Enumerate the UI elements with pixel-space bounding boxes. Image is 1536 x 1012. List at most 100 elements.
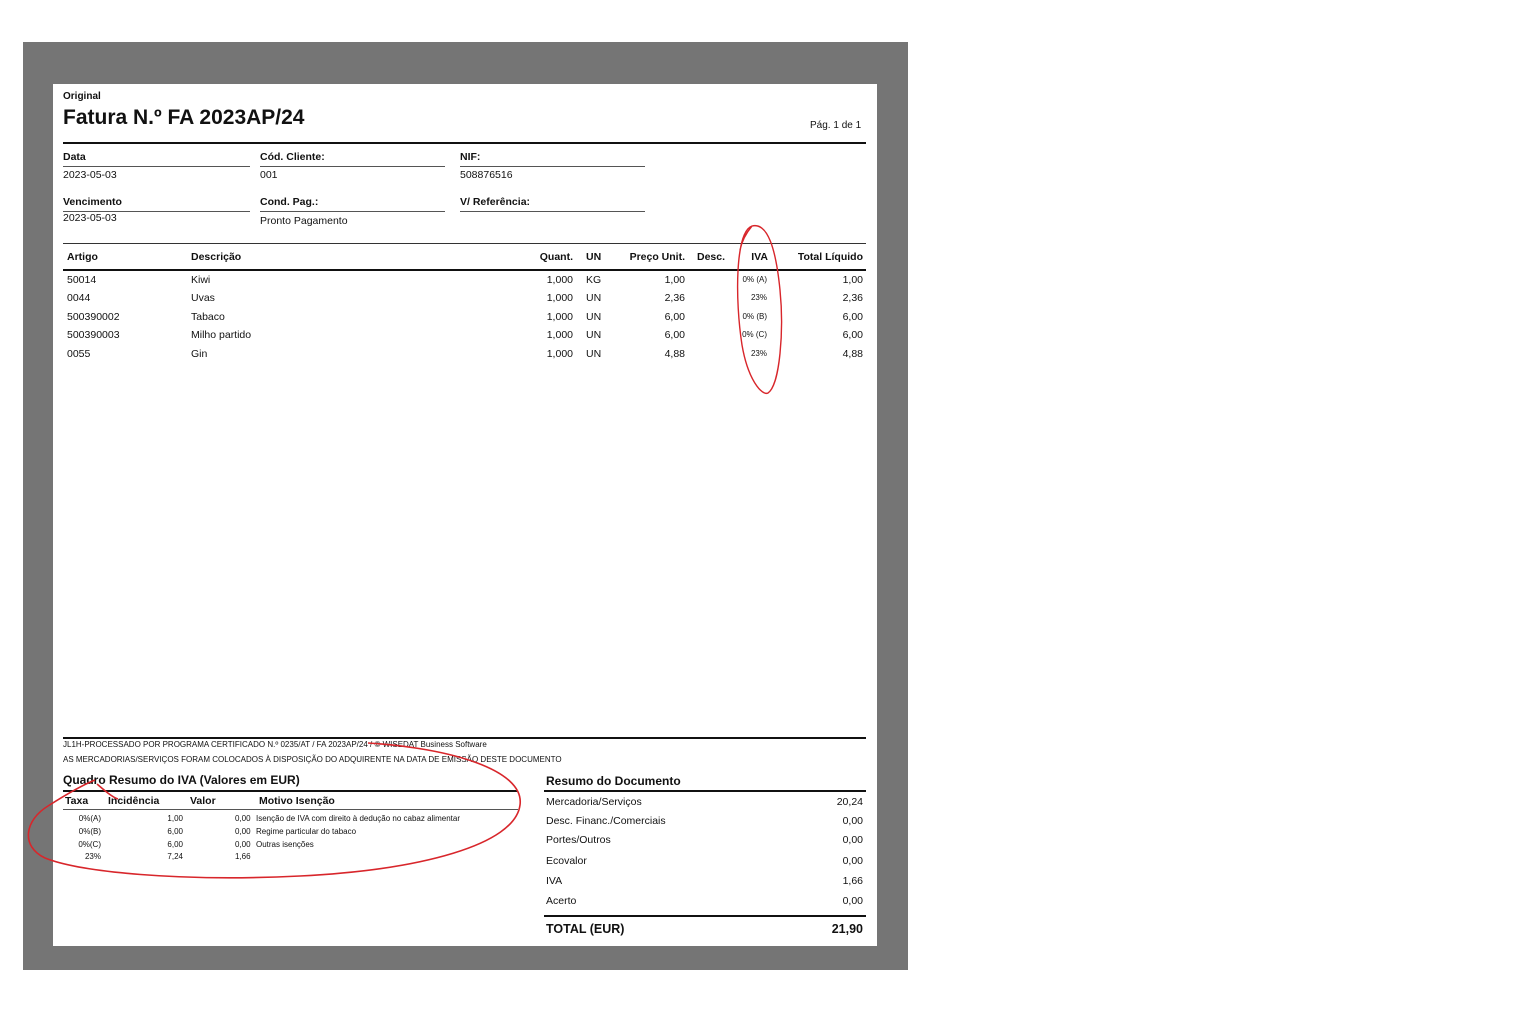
processado-text: JL1H-PROCESSADO POR PROGRAMA CERTIFICADO… [63,740,487,749]
doc-row-value: 0,00 [842,895,863,907]
line-artigo: 0044 [67,292,91,305]
iva-row-incidencia: 1,00 [167,814,183,823]
total-value: 21,90 [831,922,863,936]
line-artigo: 50014 [67,274,97,286]
line-descricao: Kiwi [191,274,211,286]
lines-top-rule [63,243,866,244]
data-value: 2023-05-03 [63,169,117,181]
line-total: 6,00 [842,310,863,323]
doc-summary-top-rule [544,790,866,792]
doc-row-value: 0,00 [842,834,863,846]
iva-row-taxa: 0%(B) [78,826,101,836]
line-un: UN [586,310,602,323]
iva-col-incidencia: Incidência [108,795,160,807]
line-un: KG [586,274,602,286]
nif-underline [460,166,645,167]
line-total: 2,36 [842,292,863,305]
iva-row-incidencia: 6,00 [167,826,183,836]
nif-label: NIF: [460,151,481,163]
line-preco: 4,88 [664,347,685,360]
col-quant: Quant. [539,251,573,263]
line-quant: 1,000 [546,347,573,360]
mercadorias-text: AS MERCADORIAS/SERVIÇOS FORAM COLOCADOS … [63,755,562,764]
iva-col-motivo: Motivo Isenção [259,795,335,807]
line-quant: 1,000 [546,274,573,286]
doc-total-rule [544,915,866,917]
line-artigo: 500390003 [67,329,120,342]
cond-label: Cond. Pag.: [260,196,319,208]
invoice-title: Fatura N.º FA 2023AP/24 [63,106,305,129]
iva-summary-top-rule [63,790,518,792]
doc-row-label: Ecovalor [546,855,587,867]
line-iva: 0% (A) [742,275,767,284]
ref-label: V/ Referência: [460,196,531,208]
col-descricao: Descrição [191,251,242,263]
line-descricao: Milho partido [191,329,252,342]
line-un: UN [586,292,602,305]
line-un: UN [586,347,602,360]
iva-col-taxa: Taxa [65,795,89,807]
cliente-label: Cód. Cliente: [260,151,325,163]
line-preco: 6,00 [664,329,685,342]
cliente-value: 001 [260,169,278,181]
lines-header-rule [63,269,866,271]
iva-row-taxa: 23% [84,852,101,862]
invoice-page: Original Fatura N.º FA 2023AP/24 Pág. 1 … [53,84,877,946]
line-un: UN [586,329,602,342]
iva-row-motivo: Outras isenções [256,839,314,849]
line-artigo: 0055 [67,347,91,360]
iva-row-motivo: Isenção de IVA com direito à dedução no … [256,814,460,823]
col-preco: Preço Unit. [629,251,685,263]
line-total: 4,88 [842,347,863,360]
line-descricao: Uvas [191,292,215,305]
line-preco: 6,00 [664,310,685,323]
footer-rule [63,737,866,739]
doc-row-value: 0,00 [842,815,863,827]
line-descricao: Gin [191,347,208,360]
doc-row-label: Acerto [546,895,577,907]
line-descricao: Tabaco [191,310,225,323]
iva-summary-header-rule [63,809,518,810]
doc-row-value: 20,24 [836,796,863,808]
doc-summary-title: Resumo do Documento [546,774,681,788]
iva-row-taxa: 0%(C) [78,839,101,849]
vencimento-value: 2023-05-03 [63,212,117,224]
cond-value: Pronto Pagamento [260,215,348,227]
col-artigo: Artigo [67,251,98,263]
doc-row-value: 0,00 [842,855,863,867]
line-artigo: 500390002 [67,310,120,323]
line-quant: 1,000 [546,329,573,342]
iva-summary-title: Quadro Resumo do IVA (Valores em EUR) [63,773,300,787]
iva-row-valor: 0,00 [235,814,251,823]
line-iva: 0% (C) [742,330,767,340]
iva-row-valor: 1,66 [235,852,251,862]
line-total: 1,00 [842,274,863,286]
data-label: Data [63,151,86,163]
line-total: 6,00 [842,329,863,342]
line-preco: 2,36 [664,292,685,305]
iva-row-incidencia: 6,00 [167,839,183,849]
iva-row-valor: 0,00 [235,839,251,849]
col-desc: Desc. [697,251,726,263]
page-info: Pág. 1 de 1 [810,120,862,131]
line-quant: 1,000 [546,292,573,305]
header-divider [63,142,866,144]
col-total: Total Líquido [797,251,863,263]
iva-col-valor: Valor [190,795,216,807]
cliente-underline [260,166,445,167]
line-iva: 0% (B) [742,311,767,321]
line-iva: 23% [750,293,767,303]
line-iva: 23% [750,348,767,358]
total-label: TOTAL (EUR) [546,922,625,936]
cond-underline [260,211,445,212]
iva-row-valor: 0,00 [235,826,251,836]
nif-value: 508876516 [460,169,513,181]
col-iva: IVA [751,251,768,263]
iva-row-taxa: 0%(A) [78,814,101,823]
vencimento-label: Vencimento [63,196,122,208]
col-un: UN [586,251,602,263]
line-quant: 1,000 [546,310,573,323]
copy-type: Original [63,91,101,102]
doc-row-label: IVA [546,875,563,887]
data-underline [63,166,250,167]
